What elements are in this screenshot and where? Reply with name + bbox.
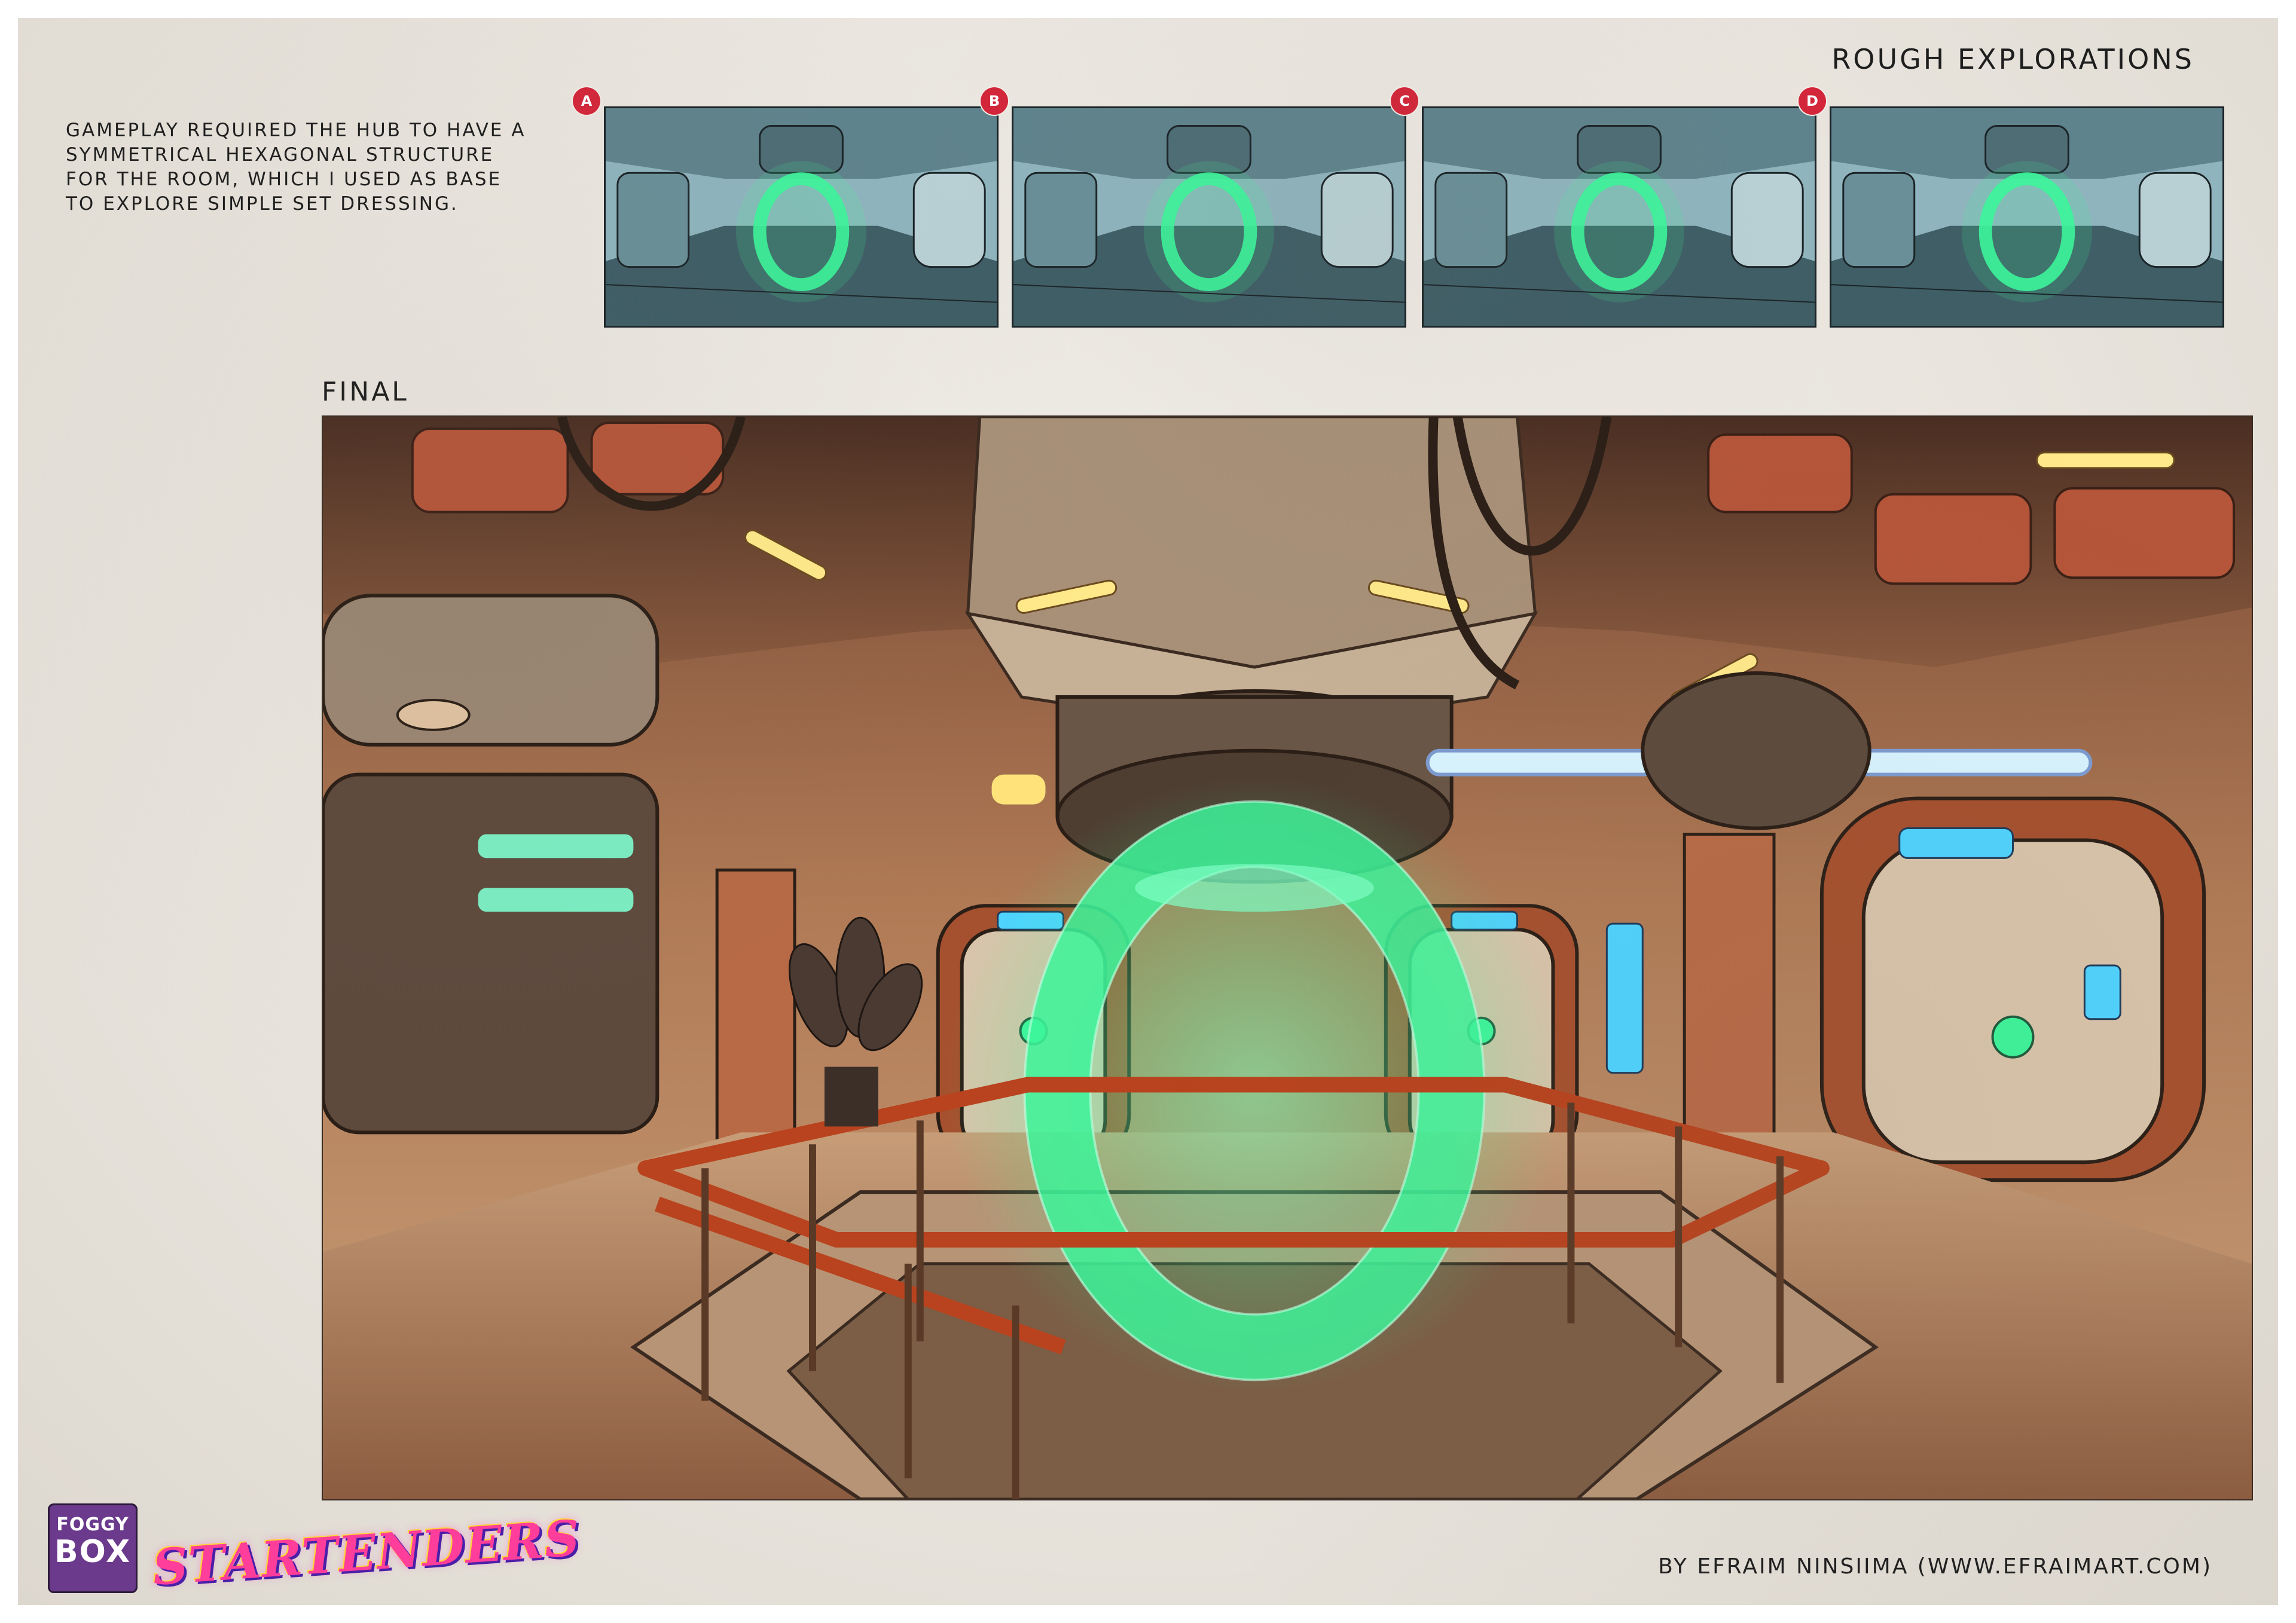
presentation-sheet: ROUGH EXPLORATIONS GAMEPLAY REQUIRED THE… bbox=[18, 18, 2278, 1605]
sketch-image bbox=[1830, 106, 2224, 328]
thumbnail-badge: D bbox=[1799, 87, 1826, 115]
thumbnail-badge: B bbox=[981, 87, 1008, 115]
thumbnail-a: A bbox=[573, 87, 999, 328]
thumbnail-c: C bbox=[1391, 87, 1816, 328]
description-text: GAMEPLAY REQUIRED THE HUB TO HAVE A SYMM… bbox=[66, 120, 526, 215]
thumbnail-d: D bbox=[1799, 87, 2224, 328]
sketch-image bbox=[1422, 106, 1816, 328]
thumbnail-badge: C bbox=[1391, 87, 1418, 115]
final-scene bbox=[323, 417, 2252, 1499]
foggy-box-logo: FOGGY BOX bbox=[48, 1503, 138, 1593]
logo-line-2: BOX bbox=[54, 1534, 132, 1570]
sketch-image bbox=[1012, 106, 1406, 328]
sketch-image bbox=[604, 106, 999, 328]
final-title: FINAL bbox=[322, 377, 409, 407]
logo-line-1: FOGGY bbox=[56, 1514, 129, 1535]
rough-explorations-title: ROUGH EXPLORATIONS bbox=[1831, 43, 2194, 75]
startenders-logo: STARTENDERS bbox=[151, 1509, 582, 1597]
thumbnail-badge: A bbox=[573, 87, 600, 115]
thumbnail-b: B bbox=[981, 87, 1406, 328]
artist-credit: BY EFRAIM NINSIIMA (WWW.EFRAIMART.COM) bbox=[1658, 1554, 2212, 1579]
final-illustration bbox=[322, 415, 2253, 1500]
